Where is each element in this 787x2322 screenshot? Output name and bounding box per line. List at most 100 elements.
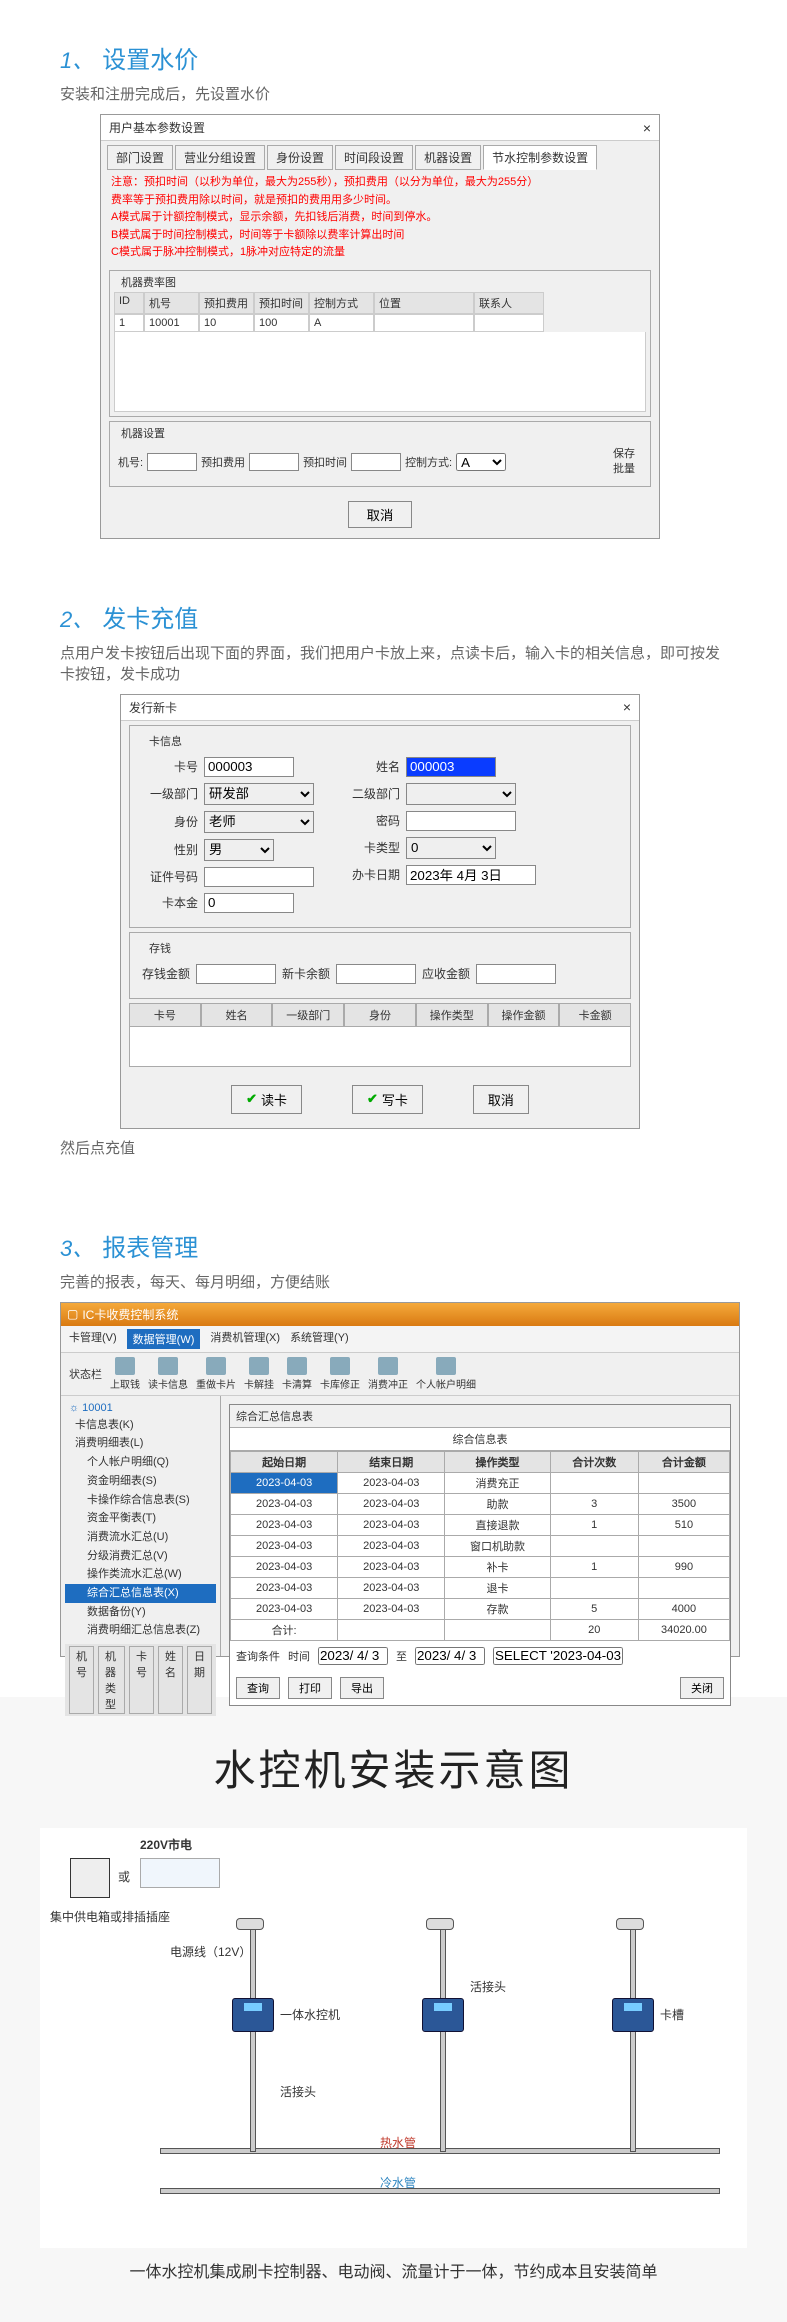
input-balance[interactable] <box>336 964 416 984</box>
table-row[interactable]: 2023-04-032023-04-03助款33500 <box>231 1493 730 1514</box>
dialog-issue-card: 发行新卡 × 卡信息 卡号 一级部门研发部 身份老师 性别男 证件号码 卡本金 … <box>120 694 640 1129</box>
tree-item[interactable]: 操作类流水汇总(W) <box>65 1565 216 1584</box>
table-row[interactable]: 2023-04-032023-04-03窗口机助款 <box>231 1535 730 1556</box>
lbl-query: 查询条件 <box>236 1648 280 1664</box>
lbl-device: 一体水控机 <box>280 2006 340 2023</box>
input-due[interactable] <box>476 964 556 984</box>
tree-item[interactable]: 卡操作综合信息表(S) <box>65 1491 216 1510</box>
select-identity[interactable]: 老师 <box>204 811 314 833</box>
btn-batch[interactable]: 批量 <box>606 462 642 477</box>
lbl-date: 办卡日期 <box>344 866 400 883</box>
btn-query[interactable]: 查询 <box>236 1677 280 1699</box>
report-caption: 综合信息表 <box>230 1428 730 1451</box>
close-icon[interactable]: × <box>643 120 651 136</box>
table-row[interactable]: 2023-04-032023-04-03存款54000 <box>231 1598 730 1619</box>
lbl-wire: 电源线（12V） <box>170 1943 251 1960</box>
tree-item[interactable]: 消费明细汇总信息表(Z) <box>65 1621 216 1640</box>
reverse-icon <box>378 1357 398 1375</box>
select-gender[interactable]: 男 <box>204 839 274 861</box>
query-row: 查询条件 时间 至 <box>230 1641 730 1671</box>
tree-item[interactable]: 消费流水汇总(U) <box>65 1528 216 1547</box>
table-row[interactable]: 2023-04-032023-04-03直接退款1510 <box>231 1514 730 1535</box>
tb-remake[interactable]: 重做卡片 <box>196 1357 236 1391</box>
sec1-title: 设置水价 <box>102 40 198 75</box>
diagram-section: 水控机安装示意图 220V市电 或 集中供电箱或排插插座 电源线（12V） 热水… <box>0 1697 787 2322</box>
tb-withdraw[interactable]: 上取钱 <box>110 1357 140 1391</box>
input-sql[interactable] <box>493 1647 623 1665</box>
tree-item[interactable]: 分级消费汇总(V) <box>65 1547 216 1566</box>
table-row[interactable]: 2023-04-032023-04-03消费充正 <box>231 1472 730 1493</box>
input-principal[interactable] <box>204 893 294 913</box>
sidebar: ☼ 10001 卡信息表(K)消费明细表(L)个人帐户明细(Q)资金明细表(S)… <box>61 1396 221 1656</box>
btn-write-card[interactable]: ✔写卡 <box>352 1085 423 1114</box>
sec3-num: 3、 <box>60 1231 94 1263</box>
input-pwd[interactable] <box>406 811 516 831</box>
btn-save[interactable]: 保存 <box>606 447 642 462</box>
riser-pipe <box>440 1928 446 2152</box>
tab-group[interactable]: 营业分组设置 <box>175 145 265 170</box>
tree-item[interactable]: 消费明细表(L) <box>65 1434 216 1453</box>
input-time[interactable] <box>351 453 401 471</box>
select-dept1[interactable]: 研发部 <box>204 783 314 805</box>
table-row[interactable]: 1 10001 10 100 A <box>114 314 646 332</box>
lbl-fee: 预扣费用 <box>201 454 245 470</box>
menu-device[interactable]: 消费机管理(X) <box>210 1329 280 1349</box>
tab-water-ctrl[interactable]: 节水控制参数设置 <box>483 145 597 170</box>
tx-table-body[interactable] <box>129 1027 631 1067</box>
input-date[interactable] <box>406 865 536 885</box>
tree-item[interactable]: 卡信息表(K) <box>65 1416 216 1435</box>
input-from[interactable] <box>318 1647 388 1665</box>
power-strip-icon <box>140 1858 220 1888</box>
lbl-mains: 220V市电 <box>140 1836 192 1853</box>
btn-print[interactable]: 打印 <box>288 1677 332 1699</box>
tb-readinfo[interactable]: 读卡信息 <box>148 1357 188 1391</box>
tb-fix[interactable]: 卡库修正 <box>320 1357 360 1391</box>
dialog-user-settings: 用户基本参数设置 × 部门设置 营业分组设置 身份设置 时间段设置 机器设置 节… <box>100 114 660 539</box>
table-row[interactable]: 2023-04-032023-04-03补卡1990 <box>231 1556 730 1577</box>
lbl-principal: 卡本金 <box>142 894 198 911</box>
tb-settle[interactable]: 卡清算 <box>282 1357 312 1391</box>
menu-data[interactable]: 数据管理(W) <box>127 1329 201 1349</box>
btn-read-card[interactable]: ✔读卡 <box>231 1085 302 1114</box>
tree-item[interactable]: 数据备份(Y) <box>65 1603 216 1622</box>
btn-export[interactable]: 导出 <box>340 1677 384 1699</box>
remake-icon <box>206 1357 226 1375</box>
tb-unlock[interactable]: 卡解挂 <box>244 1357 274 1391</box>
tree: 卡信息表(K)消费明细表(L)个人帐户明细(Q)资金明细表(S)卡操作综合信息表… <box>65 1416 216 1640</box>
select-ctrl[interactable]: A <box>456 453 506 471</box>
tab-period[interactable]: 时间段设置 <box>335 145 413 170</box>
lbl-due: 应收金额 <box>422 965 470 982</box>
tx-table-head: 卡号 姓名 一级部门 身份 操作类型 操作金额 卡金额 <box>129 1003 631 1027</box>
dlg1-title: 用户基本参数设置 <box>109 119 205 136</box>
input-idnum[interactable] <box>204 867 314 887</box>
input-name[interactable] <box>406 757 496 777</box>
select-cardtype[interactable]: 0 <box>406 837 496 859</box>
menu-card[interactable]: 卡管理(V) <box>69 1329 117 1349</box>
input-to[interactable] <box>415 1647 485 1665</box>
check-icon: ✔ <box>367 1091 378 1107</box>
btn-cancel[interactable]: 取消 <box>473 1085 529 1114</box>
input-fee[interactable] <box>249 453 299 471</box>
tb-reverse[interactable]: 消费冲正 <box>368 1357 408 1391</box>
rates-table-body[interactable] <box>114 332 646 412</box>
table-row[interactable]: 合计:2034020.00 <box>231 1619 730 1640</box>
tree-item[interactable]: 资金平衡表(T) <box>65 1509 216 1528</box>
input-cardnum[interactable] <box>204 757 294 777</box>
input-machine[interactable] <box>147 453 197 471</box>
tab-dept[interactable]: 部门设置 <box>107 145 173 170</box>
table-row[interactable]: 2023-04-032023-04-03退卡 <box>231 1577 730 1598</box>
input-amount[interactable] <box>196 964 276 984</box>
fieldset-rates: 机器费率图 ID 机号 预扣费用 预扣时间 控制方式 位置 联系人 1 1000… <box>109 270 651 417</box>
cancel-button[interactable]: 取消 <box>348 501 413 528</box>
tree-item[interactable]: 个人帐户明细(Q) <box>65 1453 216 1472</box>
menu-system[interactable]: 系统管理(Y) <box>290 1329 349 1349</box>
tree-item[interactable]: 资金明细表(S) <box>65 1472 216 1491</box>
tab-machine[interactable]: 机器设置 <box>415 145 481 170</box>
lbl-slot: 卡槽 <box>660 2006 684 2023</box>
tree-item[interactable]: 综合汇总信息表(X) <box>65 1584 216 1603</box>
close-icon[interactable]: × <box>623 699 631 715</box>
tb-account[interactable]: 个人帐户明细 <box>416 1357 476 1391</box>
tab-identity[interactable]: 身份设置 <box>267 145 333 170</box>
select-dept2[interactable] <box>406 783 516 805</box>
btn-close[interactable]: 关闭 <box>680 1677 724 1699</box>
